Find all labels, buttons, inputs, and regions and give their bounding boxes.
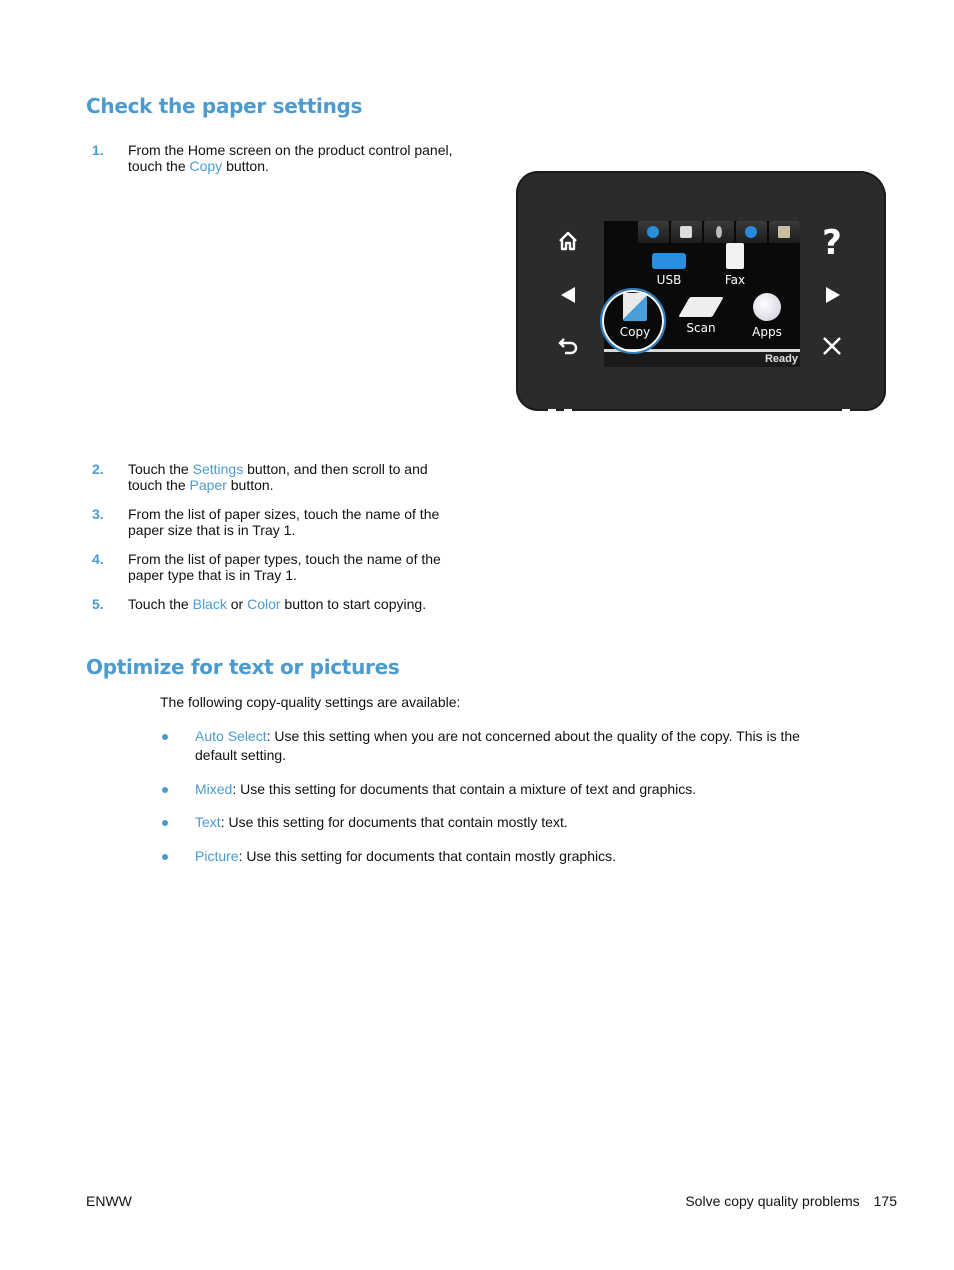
bullet-dot [162,787,168,793]
scan-icon [678,297,724,317]
text-run: Touch the [128,596,193,612]
home-icon [556,229,580,253]
step-text: From the list of paper sizes, touch the … [128,506,440,538]
intro-text: The following copy-quality settings are … [160,694,461,710]
apps-icon [753,293,781,321]
bullet-desc: : Use this setting for documents that co… [220,814,568,830]
app-label: USB [656,273,682,287]
back-icon [556,333,580,357]
page-number: 175 [873,1193,897,1209]
status-text: Ready [764,353,798,365]
control-panel-image: ? USB Fax Copy Scan Apps Ready [516,171,886,413]
copy-highlight-circle [600,288,666,354]
app-scan: Scan [676,297,726,335]
text-run: button. [222,158,269,174]
step-text: Touch the Settings button, and then scro… [128,461,458,493]
panel-tab [548,409,556,413]
bullet-dot [162,734,168,740]
text-run: or [226,596,248,612]
bullet-desc: : Use this setting when you are not conc… [195,728,800,763]
step-text: From the list of paper types, touch the … [128,551,441,583]
ui-term: Text [195,814,221,830]
step-number: 3. [92,506,104,522]
bullet-dot [162,854,168,860]
setup-icon [670,221,702,243]
text-run: button to start copying. [280,596,427,612]
help-icon: ? [822,223,842,263]
text-run: Touch the [128,461,193,477]
cancel-icon [819,333,845,359]
fax-icon [726,243,744,269]
app-apps: Apps [742,293,792,339]
bullet-text: Mixed: Use this setting for documents th… [195,780,845,799]
app-fax: Fax [710,243,760,287]
step-number: 4. [92,551,104,567]
left-arrow-icon [556,283,580,307]
bullet-text: Text: Use this setting for documents tha… [195,813,845,832]
top-icon-bar [638,221,800,243]
step-text: Touch the Black or Color button to start… [128,596,458,612]
ui-term: Auto Select [195,728,267,744]
bullet-desc: : Use this setting for documents that co… [232,781,697,797]
app-label: Apps [752,325,782,339]
section-heading-optimize: Optimize for text or pictures [86,655,400,679]
text-run: button. [226,477,274,493]
panel-tab [842,409,850,413]
app-label: Scan [686,321,716,335]
step-text: From the Home screen on the product cont… [128,142,458,174]
step-number: 5. [92,596,104,612]
usb-icon [652,253,686,269]
text-run: From the Home screen on the product cont… [128,142,453,174]
ui-term-black: Black [192,596,227,612]
app-label: Fax [724,273,746,287]
section-heading-check-paper: Check the paper settings [86,94,363,118]
supplies-icon [769,221,800,243]
ui-term-paper: Paper [189,477,227,493]
footer-right: Solve copy quality problems 175 [685,1193,897,1209]
web-services-icon [638,221,669,243]
app-usb: USB [644,247,694,287]
ui-term-color: Color [247,596,281,612]
eprint-icon [736,221,768,243]
bullet-desc: : Use this setting for documents that co… [238,848,616,864]
bullet-text: Picture: Use this setting for documents … [195,847,845,866]
ui-term: Mixed [195,781,233,797]
bullet-dot [162,820,168,826]
ui-term: Picture [195,848,239,864]
step-number: 1. [92,142,104,158]
ui-term-copy: Copy [189,158,223,174]
ui-term-settings: Settings [192,461,244,477]
bullet-text: Auto Select: Use this setting when you a… [195,727,845,765]
step-number: 2. [92,461,104,477]
footer-left: ENWW [86,1193,132,1209]
footer-section: Solve copy quality problems [685,1193,860,1209]
right-arrow-icon [821,283,845,307]
wireless-icon [703,221,735,243]
panel-tab [564,409,572,413]
